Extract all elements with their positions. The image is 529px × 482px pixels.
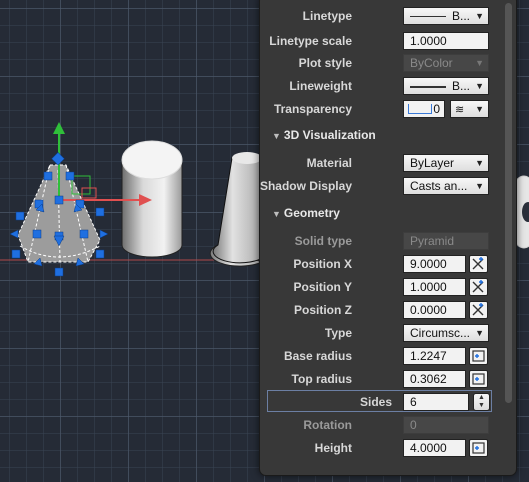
transparency-field[interactable]: 0 [403, 100, 445, 118]
lineweight-row: Lineweight B... ▼ [260, 75, 508, 97]
shadow-display-dropdown[interactable]: Casts an... ▼ [403, 177, 489, 195]
position-z-label: Position Z [294, 303, 352, 317]
position-y-field[interactable]: 1.0000 [403, 278, 466, 296]
position-x-field[interactable]: 9.0000 [403, 255, 466, 273]
pick-point-icon[interactable] [469, 255, 488, 273]
pick-point-icon[interactable] [469, 278, 488, 296]
pick-distance-icon[interactable] [469, 347, 488, 365]
chevron-down-icon: ▼ [475, 81, 484, 91]
type-value: Circumsc... [410, 326, 470, 340]
grip-top-icon [51, 151, 65, 166]
plot-style-label: Plot style [298, 56, 352, 70]
rotation-label: Rotation [303, 418, 352, 432]
transparency-row: Transparency 0 ≋ ▼ [260, 98, 508, 120]
material-value: ByLayer [410, 156, 455, 170]
position-z-field[interactable]: 0.0000 [403, 301, 466, 319]
height-field[interactable]: 4.0000 [403, 439, 466, 457]
solid-type-label: Solid type [294, 234, 352, 248]
section-geometry[interactable]: ▼ Geometry [272, 203, 340, 223]
section-3d-visualization[interactable]: ▼ 3D Visualization [272, 125, 376, 145]
section-geometry-title: Geometry [283, 206, 340, 220]
sides-row: Sides 6 ▲ ▼ [267, 390, 492, 412]
type-label: Type [324, 326, 352, 340]
lineweight-dropdown[interactable]: B... ▼ [403, 77, 489, 95]
linetype-value: B... [452, 9, 471, 23]
top-radius-label: Top radius [291, 372, 352, 386]
base-radius-field[interactable]: 1.2247 [403, 347, 466, 365]
pick-distance-icon[interactable] [469, 370, 488, 388]
transparency-slider-icon[interactable] [408, 104, 432, 114]
type-dropdown[interactable]: Circumsc... ▼ [403, 324, 489, 342]
linetype-scale-row: Linetype scale 1.0000 [260, 30, 508, 52]
chevron-down-icon: ▼ [475, 11, 484, 21]
layers-icon: ≋ [455, 104, 465, 116]
linetype-row: Linetype B... ▼ [260, 5, 508, 27]
top-radius-field[interactable]: 0.3062 [403, 370, 466, 388]
plot-style-row: Plot style ByColor ▼ [260, 52, 508, 74]
chevron-down-icon: ▼ [475, 104, 484, 114]
top-radius-row: Top radius 0.3062 [260, 368, 508, 390]
plot-style-value: ByColor [410, 56, 453, 70]
linetype-scale-field[interactable]: 1.0000 [403, 32, 489, 50]
position-z-row: Position Z 0.0000 [260, 299, 508, 321]
section-3d-visualization-title: 3D Visualization [283, 128, 376, 142]
plot-style-dropdown: ByColor ▼ [403, 54, 489, 72]
rotation-field: 0 [403, 416, 489, 434]
rotation-row: Rotation 0 [260, 414, 508, 436]
solid-type-field: Pyramid [403, 232, 489, 250]
linetype-dropdown[interactable]: B... ▼ [403, 7, 489, 25]
transparency-value: 0 [433, 102, 440, 116]
chevron-down-icon: ▼ [475, 158, 484, 168]
collapse-triangle-icon: ▼ [272, 209, 281, 219]
position-y-row: Position Y 1.0000 [260, 276, 508, 298]
shadow-display-value: Casts an... [410, 179, 468, 193]
stepper-icon[interactable]: ▲ ▼ [473, 393, 490, 411]
sides-label: Sides [359, 395, 392, 409]
properties-palette: Linetype B... ▼ Linetype scale 1.0000 Pl… [259, 0, 517, 476]
material-row: Material ByLayer ▼ [260, 152, 508, 174]
transparency-label: Transparency [273, 102, 352, 116]
transparency-mode-dropdown[interactable]: ≋ ▼ [450, 100, 489, 118]
type-row: Type Circumsc... ▼ [260, 322, 508, 344]
base-radius-row: Base radius 1.2247 [260, 345, 508, 367]
solid-type-row: Solid type Pyramid [260, 230, 508, 252]
collapse-triangle-icon: ▼ [272, 131, 281, 141]
shadow-display-label: Shadow Display [259, 179, 352, 193]
sides-field[interactable]: 6 [403, 393, 469, 411]
pick-distance-icon[interactable] [469, 439, 488, 457]
lineweight-value: B... [452, 79, 471, 93]
chevron-down-icon: ▼ [475, 181, 484, 191]
height-row: Height 4.0000 [260, 437, 508, 459]
shadow-display-row: Shadow Display Casts an... ▼ [260, 175, 508, 197]
material-dropdown[interactable]: ByLayer ▼ [403, 154, 489, 172]
lineweight-label: Lineweight [289, 79, 352, 93]
position-x-label: Position X [293, 257, 352, 271]
position-y-label: Position Y [293, 280, 352, 294]
cone-solid[interactable] [209, 152, 263, 267]
material-label: Material [306, 156, 352, 170]
pick-point-icon[interactable] [469, 301, 488, 319]
position-x-row: Position X 9.0000 [260, 253, 508, 275]
base-radius-label: Base radius [283, 349, 352, 363]
linetype-scale-label: Linetype scale [269, 34, 352, 48]
chevron-down-icon: ▼ [475, 328, 484, 338]
linetype-label: Linetype [302, 9, 352, 23]
height-label: Height [314, 441, 352, 455]
chevron-down-icon: ▼ [475, 58, 484, 68]
